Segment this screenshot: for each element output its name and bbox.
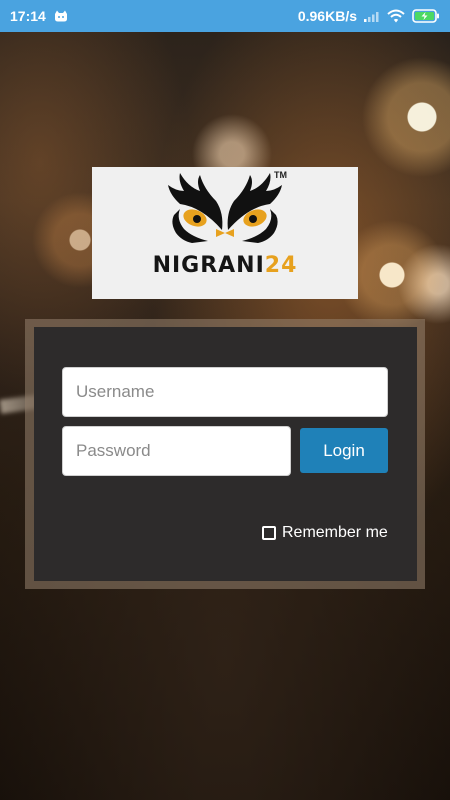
username-input[interactable] xyxy=(62,367,388,417)
brand-name-text: NIGRANI xyxy=(152,253,265,278)
brand-name: NIGRANI24 xyxy=(92,253,358,278)
remember-me-label: Remember me xyxy=(282,524,388,541)
remember-me-checkbox[interactable] xyxy=(262,526,276,540)
trademark: TM xyxy=(274,170,287,180)
network-speed: 0.96KB/s xyxy=(297,8,357,24)
signal-icon xyxy=(364,10,380,22)
wifi-icon xyxy=(387,9,405,23)
status-time: 17:14 xyxy=(10,8,46,24)
logo-card: TM NIGRANI24 xyxy=(92,167,358,299)
remember-me-toggle[interactable]: Remember me xyxy=(262,524,388,542)
status-bar: 17:14 0.96KB/s xyxy=(0,0,450,32)
login-button[interactable]: Login xyxy=(300,428,388,473)
notification-cat-icon xyxy=(53,10,69,22)
password-input[interactable] xyxy=(62,426,291,476)
brand-name-number: 24 xyxy=(264,253,298,278)
battery-charging-icon xyxy=(412,9,440,23)
eagle-eyes-logo-icon xyxy=(168,173,282,243)
